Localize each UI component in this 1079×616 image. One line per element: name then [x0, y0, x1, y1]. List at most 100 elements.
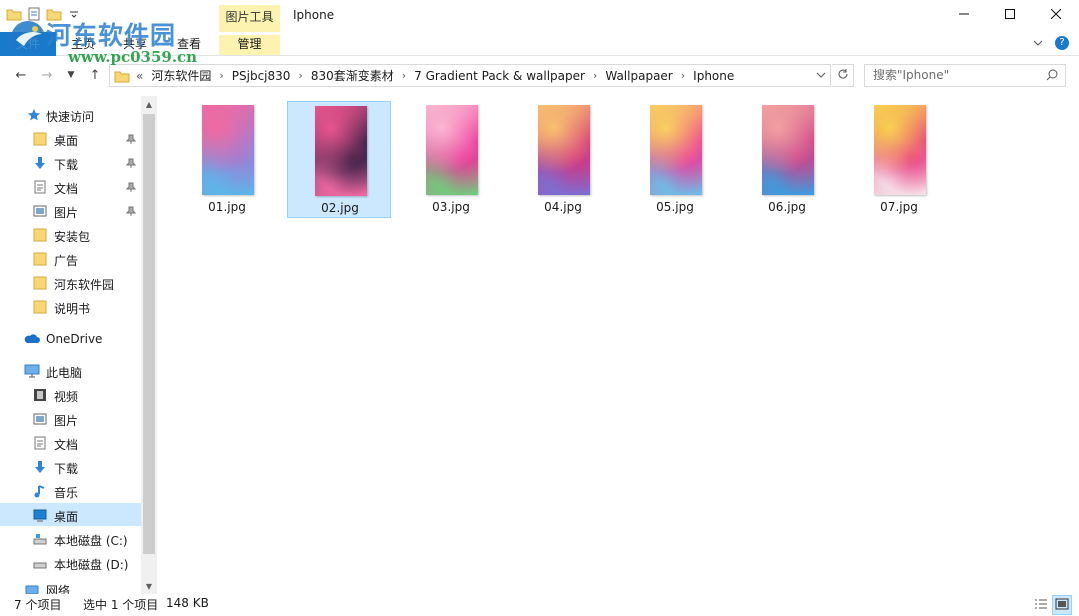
triangle-up-icon: ▲ — [145, 99, 153, 109]
nav-scrollbar[interactable]: ▲ ▼ — [141, 96, 157, 594]
file-name: 07.jpg — [880, 200, 918, 214]
image-thumbnail — [315, 106, 367, 196]
nav-item-downloads[interactable]: 下载 — [0, 152, 141, 174]
pin-icon[interactable] — [125, 205, 137, 219]
large-icons-view-button[interactable] — [1052, 595, 1072, 615]
nav-item-videos[interactable]: 视频 — [0, 384, 141, 406]
nav-item-music[interactable]: 音乐 — [0, 480, 141, 502]
breadcrumb-item[interactable]: 830套渐变素材 — [311, 67, 394, 84]
breadcrumb-overflow[interactable]: « — [136, 69, 143, 83]
new-folder-icon[interactable] — [46, 6, 62, 22]
scroll-down-button[interactable]: ▼ — [141, 578, 157, 594]
folder-icon — [32, 131, 48, 147]
nav-label: 此电脑 — [46, 366, 83, 380]
breadcrumb-item[interactable]: 河东软件园 — [151, 67, 211, 84]
navigation-pane: 快速访问 桌面 下载 文档 图片 安装包 广告 河东软件园 说明书 OneDri… — [0, 96, 157, 594]
address-bar[interactable]: « 河东软件园 › PSjbcj830 › 830套渐变素材 › 7 Gradi… — [109, 64, 831, 87]
minimize-icon — [959, 8, 969, 22]
video-icon — [32, 387, 48, 403]
nav-item-pictures[interactable]: 图片 — [0, 200, 141, 222]
network-icon — [24, 584, 40, 594]
file-name: 06.jpg — [768, 200, 806, 214]
nav-item-installers[interactable]: 安装包 — [0, 224, 141, 246]
document-icon — [32, 435, 48, 451]
breadcrumb-item[interactable]: 7 Gradient Pack & wallpaper — [414, 69, 585, 83]
drive-icon — [32, 531, 48, 547]
nav-quick-access[interactable]: 快速访问 — [0, 104, 141, 126]
nav-label: 音乐 — [54, 486, 79, 500]
tab-home[interactable]: 主页 — [66, 35, 100, 55]
nav-item-documents[interactable]: 文档 — [0, 176, 141, 198]
close-button[interactable] — [1033, 0, 1079, 30]
nav-item-drive-d[interactable]: 本地磁盘 (D:) — [0, 552, 141, 574]
nav-item-pc-pictures[interactable]: 图片 — [0, 408, 141, 430]
refresh-button[interactable] — [832, 64, 854, 87]
tab-file[interactable]: 文件 — [0, 32, 56, 56]
file-item[interactable]: 07.jpg — [847, 101, 951, 218]
nav-item-hedong[interactable]: 河东软件园 — [0, 272, 141, 294]
nav-item-pc-desktop[interactable]: 桌面 — [0, 503, 141, 526]
pin-icon[interactable] — [125, 133, 137, 147]
file-item[interactable]: 03.jpg — [399, 101, 503, 218]
search-input[interactable]: 搜索"Iphone" — [864, 64, 1066, 87]
ribbon-tab-row: 文件 主页 共享 查看 管理 ? — [0, 32, 1079, 56]
forward-button[interactable]: → — [38, 67, 56, 83]
recent-locations-button[interactable]: ▼ — [62, 67, 80, 83]
expand-ribbon-button[interactable] — [1033, 36, 1043, 50]
scrollbar-thumb[interactable] — [143, 114, 155, 554]
chevron-right-icon[interactable]: › — [593, 69, 597, 82]
nav-label: 桌面 — [54, 510, 79, 524]
nav-label: 说明书 — [54, 302, 91, 316]
nav-onedrive[interactable]: OneDrive — [0, 328, 141, 350]
file-item[interactable]: 04.jpg — [511, 101, 615, 218]
nav-item-pc-downloads[interactable]: 下载 — [0, 456, 141, 478]
file-name: 02.jpg — [321, 201, 359, 215]
file-name: 03.jpg — [432, 200, 470, 214]
tab-share[interactable]: 共享 — [118, 35, 152, 55]
chevron-right-icon[interactable]: › — [298, 69, 302, 82]
file-item[interactable]: 01.jpg — [175, 101, 279, 218]
details-view-button[interactable] — [1031, 595, 1051, 615]
maximize-button[interactable] — [987, 0, 1033, 30]
address-dropdown-button[interactable] — [816, 68, 826, 85]
arrow-up-icon: ↑ — [89, 67, 101, 83]
pin-icon[interactable] — [125, 181, 137, 195]
drive-icon — [32, 555, 48, 571]
arrow-left-icon: ← — [15, 67, 27, 83]
nav-item-ads[interactable]: 广告 — [0, 248, 141, 270]
nav-label: 网络 — [46, 584, 71, 594]
tab-manage[interactable]: 管理 — [219, 35, 280, 55]
breadcrumb-item[interactable]: Wallpapaer — [605, 69, 672, 83]
nav-label: 下载 — [54, 158, 79, 172]
breadcrumb-item[interactable]: Iphone — [693, 69, 734, 83]
properties-icon[interactable] — [26, 6, 42, 22]
nav-item-network[interactable]: 网络 — [0, 580, 141, 594]
customize-toolbar-icon[interactable] — [66, 6, 82, 22]
chevron-right-icon[interactable]: › — [219, 69, 223, 82]
nav-item-desktop[interactable]: 桌面 — [0, 128, 141, 150]
nav-label: 快速访问 — [46, 110, 95, 124]
minimize-button[interactable] — [941, 0, 987, 30]
nav-item-manual[interactable]: 说明书 — [0, 296, 141, 318]
nav-item-drive-c[interactable]: 本地磁盘 (C:) — [0, 528, 141, 550]
folder-icon — [32, 299, 48, 315]
file-item[interactable]: 05.jpg — [623, 101, 727, 218]
chevron-down-icon — [1033, 36, 1043, 50]
file-item[interactable]: 02.jpg — [287, 101, 391, 218]
nav-item-pc-documents[interactable]: 文档 — [0, 432, 141, 454]
nav-label: 安装包 — [54, 230, 91, 244]
search-icon[interactable] — [1046, 69, 1073, 84]
nav-this-pc[interactable]: 此电脑 — [0, 360, 141, 382]
scroll-up-button[interactable]: ▲ — [141, 96, 157, 112]
file-item[interactable]: 06.jpg — [735, 101, 839, 218]
title-bar: 图片工具 Iphone — [0, 0, 1079, 32]
tab-view[interactable]: 查看 — [172, 35, 206, 55]
chevron-right-icon[interactable]: › — [681, 69, 685, 82]
help-icon[interactable]: ? — [1055, 36, 1069, 50]
back-button[interactable]: ← — [12, 67, 30, 83]
breadcrumb-item[interactable]: PSjbcj830 — [232, 69, 291, 83]
up-button[interactable]: ↑ — [86, 67, 104, 83]
pin-icon[interactable] — [125, 157, 137, 171]
chevron-right-icon[interactable]: › — [402, 69, 406, 82]
window-title: Iphone — [293, 8, 335, 22]
